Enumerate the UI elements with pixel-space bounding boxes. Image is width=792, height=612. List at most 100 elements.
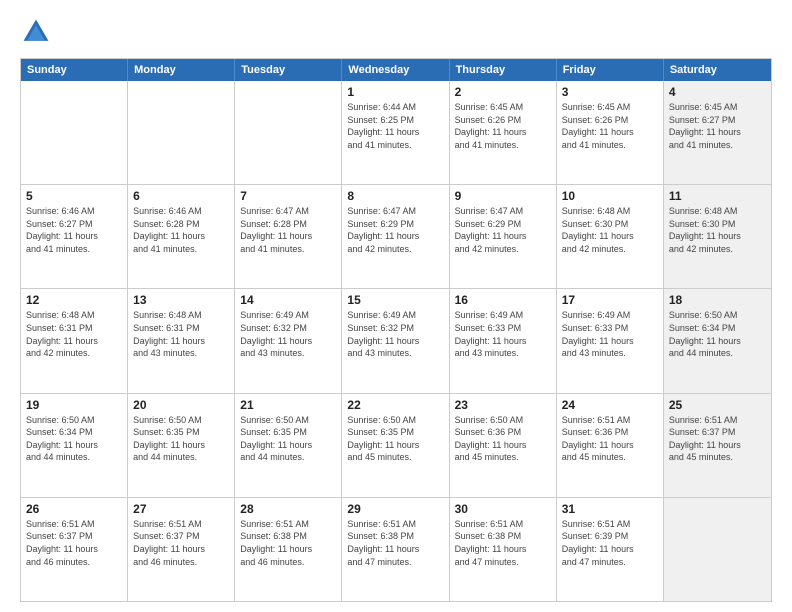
day-number: 8 [347,189,443,203]
day-number: 17 [562,293,658,307]
day-info: Sunrise: 6:47 AM Sunset: 6:29 PM Dayligh… [347,205,443,255]
calendar-row-4: 26 Sunrise: 6:51 AM Sunset: 6:37 PM Dayli… [21,497,771,601]
day-info: Sunrise: 6:49 AM Sunset: 6:32 PM Dayligh… [347,309,443,359]
day-info: Sunrise: 6:45 AM Sunset: 6:26 PM Dayligh… [562,101,658,151]
calendar-row-3: 19 Sunrise: 6:50 AM Sunset: 6:34 PM Dayli… [21,393,771,497]
calendar-cell-r1-c0: 5Sunrise: 6:46 AM Sunset: 6:27 PM Daylig… [21,185,128,288]
day-number: 11 [669,189,766,203]
day-info: Sunrise: 6:48 AM Sunset: 6:30 PM Dayligh… [669,205,766,255]
day-number: 16 [455,293,551,307]
calendar-cell-r2-c5: 17 Sunrise: 6:49 AM Sunset: 6:33 PM Dayli… [557,289,664,392]
calendar-cell-r2-c2: 14 Sunrise: 6:49 AM Sunset: 6:32 PM Dayli… [235,289,342,392]
day-number: 26 [26,502,122,516]
calendar-cell-r3-c0: 19 Sunrise: 6:50 AM Sunset: 6:34 PM Dayli… [21,394,128,497]
day-number: 1 [347,85,443,99]
calendar-header: SundayMondayTuesdayWednesdayThursdayFrid… [21,59,771,81]
day-number: 10 [562,189,658,203]
calendar-cell-r4-c4: 30 Sunrise: 6:51 AM Sunset: 6:38 PM Dayli… [450,498,557,601]
day-info: Sunrise: 6:50 AM Sunset: 6:34 PM Dayligh… [26,414,122,464]
header [20,16,772,48]
calendar-cell-r4-c2: 28 Sunrise: 6:51 AM Sunset: 6:38 PM Dayli… [235,498,342,601]
calendar-cell-r4-c5: 31 Sunrise: 6:51 AM Sunset: 6:39 PM Dayli… [557,498,664,601]
weekday-header-thursday: Thursday [450,59,557,81]
calendar-cell-r2-c6: 18 Sunrise: 6:50 AM Sunset: 6:34 PM Dayli… [664,289,771,392]
calendar-cell-r2-c3: 15 Sunrise: 6:49 AM Sunset: 6:32 PM Dayli… [342,289,449,392]
calendar-cell-r1-c2: 7 Sunrise: 6:47 AM Sunset: 6:28 PM Daylig… [235,185,342,288]
day-number: 19 [26,398,122,412]
day-info: Sunrise: 6:49 AM Sunset: 6:32 PM Dayligh… [240,309,336,359]
day-info: Sunrise: 6:51 AM Sunset: 6:37 PM Dayligh… [669,414,766,464]
day-number: 30 [455,502,551,516]
day-info: Sunrise: 6:48 AM Sunset: 6:30 PM Dayligh… [562,205,658,255]
calendar-cell-r3-c3: 22 Sunrise: 6:50 AM Sunset: 6:35 PM Dayli… [342,394,449,497]
calendar-cell-r2-c0: 12 Sunrise: 6:48 AM Sunset: 6:31 PM Dayli… [21,289,128,392]
day-number: 9 [455,189,551,203]
day-number: 23 [455,398,551,412]
day-info: Sunrise: 6:47 AM Sunset: 6:28 PM Dayligh… [240,205,336,255]
calendar: SundayMondayTuesdayWednesdayThursdayFrid… [20,58,772,602]
day-info: Sunrise: 6:50 AM Sunset: 6:35 PM Dayligh… [133,414,229,464]
calendar-cell-r3-c4: 23 Sunrise: 6:50 AM Sunset: 6:36 PM Dayli… [450,394,557,497]
day-info: Sunrise: 6:50 AM Sunset: 6:35 PM Dayligh… [347,414,443,464]
day-info: Sunrise: 6:49 AM Sunset: 6:33 PM Dayligh… [455,309,551,359]
day-number: 15 [347,293,443,307]
day-number: 20 [133,398,229,412]
calendar-cell-r3-c1: 20 Sunrise: 6:50 AM Sunset: 6:35 PM Dayli… [128,394,235,497]
day-info: Sunrise: 6:51 AM Sunset: 6:39 PM Dayligh… [562,518,658,568]
page: SundayMondayTuesdayWednesdayThursdayFrid… [0,0,792,612]
calendar-cell-r1-c3: 8 Sunrise: 6:47 AM Sunset: 6:29 PM Daylig… [342,185,449,288]
calendar-cell-r2-c1: 13Sunrise: 6:48 AM Sunset: 6:31 PM Dayli… [128,289,235,392]
calendar-row-0: 1 Sunrise: 6:44 AM Sunset: 6:25 PM Daylig… [21,81,771,184]
weekday-header-wednesday: Wednesday [342,59,449,81]
day-info: Sunrise: 6:48 AM Sunset: 6:31 PM Dayligh… [26,309,122,359]
day-info: Sunrise: 6:51 AM Sunset: 6:37 PM Dayligh… [26,518,122,568]
calendar-cell-r4-c0: 26 Sunrise: 6:51 AM Sunset: 6:37 PM Dayli… [21,498,128,601]
calendar-cell-r1-c4: 9 Sunrise: 6:47 AM Sunset: 6:29 PM Daylig… [450,185,557,288]
day-info: Sunrise: 6:51 AM Sunset: 6:38 PM Dayligh… [347,518,443,568]
day-info: Sunrise: 6:51 AM Sunset: 6:38 PM Dayligh… [455,518,551,568]
day-number: 21 [240,398,336,412]
day-number: 2 [455,85,551,99]
calendar-cell-r3-c5: 24 Sunrise: 6:51 AM Sunset: 6:36 PM Dayli… [557,394,664,497]
calendar-cell-r0-c0 [21,81,128,184]
day-number: 14 [240,293,336,307]
calendar-cell-r2-c4: 16 Sunrise: 6:49 AM Sunset: 6:33 PM Dayli… [450,289,557,392]
day-number: 22 [347,398,443,412]
weekday-header-friday: Friday [557,59,664,81]
day-number: 7 [240,189,336,203]
day-info: Sunrise: 6:47 AM Sunset: 6:29 PM Dayligh… [455,205,551,255]
day-info: Sunrise: 6:49 AM Sunset: 6:33 PM Dayligh… [562,309,658,359]
weekday-header-sunday: Sunday [21,59,128,81]
day-info: Sunrise: 6:51 AM Sunset: 6:38 PM Dayligh… [240,518,336,568]
calendar-cell-r0-c5: 3Sunrise: 6:45 AM Sunset: 6:26 PM Daylig… [557,81,664,184]
day-info: Sunrise: 6:50 AM Sunset: 6:34 PM Dayligh… [669,309,766,359]
calendar-cell-r4-c6 [664,498,771,601]
day-number: 29 [347,502,443,516]
day-info: Sunrise: 6:45 AM Sunset: 6:27 PM Dayligh… [669,101,766,151]
day-info: Sunrise: 6:46 AM Sunset: 6:27 PM Dayligh… [26,205,122,255]
day-info: Sunrise: 6:51 AM Sunset: 6:36 PM Dayligh… [562,414,658,464]
day-number: 27 [133,502,229,516]
calendar-cell-r3-c6: 25 Sunrise: 6:51 AM Sunset: 6:37 PM Dayli… [664,394,771,497]
calendar-cell-r3-c2: 21Sunrise: 6:50 AM Sunset: 6:35 PM Dayli… [235,394,342,497]
day-number: 24 [562,398,658,412]
day-info: Sunrise: 6:44 AM Sunset: 6:25 PM Dayligh… [347,101,443,151]
day-info: Sunrise: 6:50 AM Sunset: 6:36 PM Dayligh… [455,414,551,464]
calendar-cell-r4-c1: 27 Sunrise: 6:51 AM Sunset: 6:37 PM Dayli… [128,498,235,601]
calendar-cell-r0-c2 [235,81,342,184]
calendar-cell-r1-c6: 11 Sunrise: 6:48 AM Sunset: 6:30 PM Dayli… [664,185,771,288]
calendar-cell-r0-c1 [128,81,235,184]
logo-icon [20,16,52,48]
calendar-row-2: 12 Sunrise: 6:48 AM Sunset: 6:31 PM Dayli… [21,288,771,392]
calendar-cell-r0-c6: 4Sunrise: 6:45 AM Sunset: 6:27 PM Daylig… [664,81,771,184]
weekday-header-monday: Monday [128,59,235,81]
weekday-header-saturday: Saturday [664,59,771,81]
day-number: 25 [669,398,766,412]
day-number: 18 [669,293,766,307]
day-info: Sunrise: 6:51 AM Sunset: 6:37 PM Dayligh… [133,518,229,568]
day-number: 28 [240,502,336,516]
day-number: 31 [562,502,658,516]
calendar-body: 1 Sunrise: 6:44 AM Sunset: 6:25 PM Daylig… [21,81,771,601]
day-number: 12 [26,293,122,307]
day-info: Sunrise: 6:46 AM Sunset: 6:28 PM Dayligh… [133,205,229,255]
